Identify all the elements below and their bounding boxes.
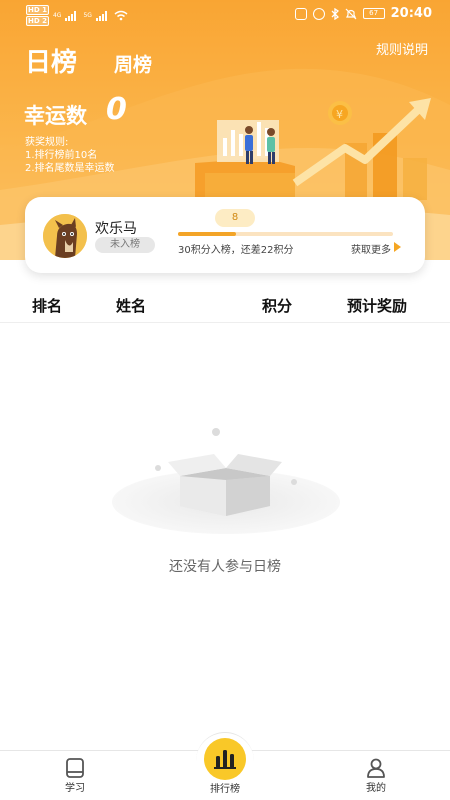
points-progress-bar — [178, 232, 393, 236]
nav-item-mine[interactable]: 我的 — [348, 757, 404, 794]
tab-weekly-ranking[interactable]: 周榜 — [114, 50, 152, 77]
user-rank-card: 欢乐马 未入榜 8 30积分入榜，还差22积分 获取更多 — [25, 197, 425, 273]
nav-item-study[interactable]: 学习 — [47, 757, 103, 794]
points-progress-fill — [178, 232, 237, 236]
book-icon — [66, 758, 84, 778]
user-icon — [367, 758, 385, 778]
signal-icon-2 — [95, 10, 110, 21]
nav-label-mine: 我的 — [366, 783, 386, 794]
prize-rule-item: 1.排行榜前10名 — [25, 150, 98, 161]
nav-item-ranking[interactable] — [204, 738, 246, 780]
battery-icon: 67 — [362, 8, 385, 19]
divider — [0, 322, 450, 323]
play-arrow-icon[interactable] — [394, 242, 401, 252]
current-points-bubble: 8 — [215, 209, 255, 227]
network-label-2: 5G — [83, 12, 92, 19]
lucky-number-value: 0 — [106, 92, 127, 127]
bluetooth-icon — [331, 7, 339, 20]
column-header-rank: 排名 — [32, 297, 63, 315]
empty-box-icon — [112, 428, 340, 534]
hd-badge-1: HD 1 — [26, 5, 49, 15]
get-more-points-link[interactable]: 获取更多 — [351, 241, 391, 256]
tab-daily-ranking[interactable]: 日榜 — [25, 42, 77, 79]
prize-rule-item: 2.排名尾数是幸运数 — [25, 163, 115, 174]
network-label-1: 4G — [52, 12, 62, 19]
ranking-illustration: ¥ — [195, 98, 431, 200]
rules-explanation-link[interactable]: 规则说明 — [376, 39, 428, 58]
status-bar: HD 1 HD 2 4G 5G 67 20:40 — [0, 0, 450, 28]
prize-rules-title: 获奖规则: — [25, 137, 69, 148]
lucky-number-label: 幸运数 — [24, 104, 87, 128]
avatar — [43, 214, 87, 258]
nav-label-ranking[interactable]: 排行榜 — [195, 780, 255, 795]
status-time: 20:40 — [390, 6, 432, 21]
user-name: 欢乐马 — [95, 221, 137, 237]
prize-rules: 获奖规则: 1.排行榜前10名 2.排名尾数是幸运数 — [25, 136, 115, 175]
alarm-icon — [312, 7, 325, 20]
progress-hint-text: 30积分入榜，还差22积分 — [178, 245, 294, 256]
hd-badge-2: HD 2 — [26, 16, 49, 26]
column-header-name: 姓名 — [116, 297, 147, 315]
bar-chart-icon — [214, 750, 236, 769]
column-header-reward: 预计奖励 — [347, 297, 408, 315]
wifi-icon — [114, 10, 128, 21]
horse-avatar-icon — [43, 214, 87, 258]
nfc-icon — [294, 7, 307, 20]
rank-status-badge: 未入榜 — [95, 237, 155, 253]
signal-icon — [65, 10, 79, 21]
mute-icon — [345, 8, 357, 19]
column-header-points: 积分 — [262, 297, 293, 315]
nav-label-study: 学习 — [65, 783, 85, 794]
svg-text:¥: ¥ — [336, 108, 343, 121]
empty-state-message: 还没有人参与日榜 — [169, 559, 281, 575]
